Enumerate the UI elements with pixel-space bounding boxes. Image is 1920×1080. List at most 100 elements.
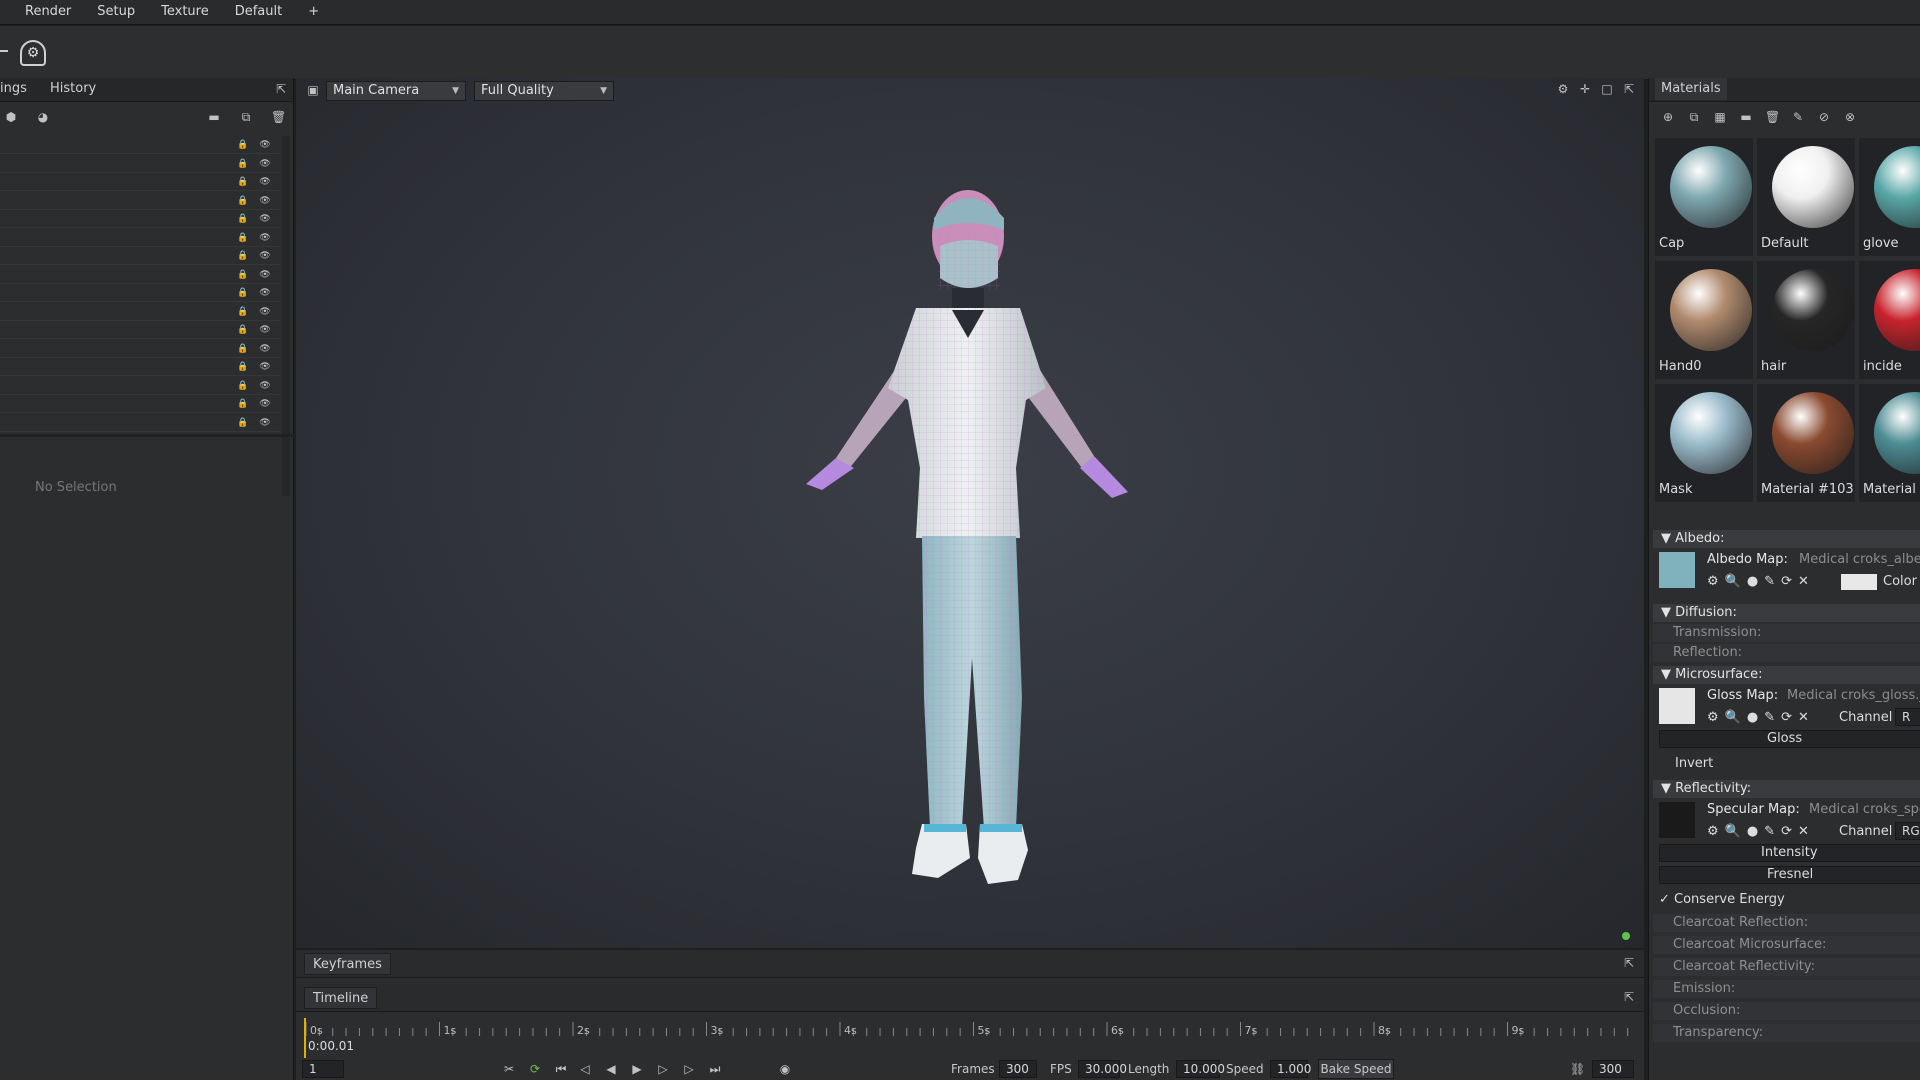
folder-icon[interactable]: ▬: [207, 110, 221, 124]
duplicate-material-icon[interactable]: ⧉: [1687, 110, 1701, 124]
extra-section-row[interactable]: Clearcoat Microsurface:: [1653, 936, 1920, 954]
material-thumb[interactable]: Cap: [1655, 138, 1753, 256]
lock-icon[interactable]: 🔒: [236, 397, 250, 411]
menu-add-tab[interactable]: +: [295, 0, 332, 25]
eye-icon[interactable]: 👁: [258, 194, 272, 208]
camera-icon[interactable]: ▣: [306, 83, 320, 97]
lock-icon[interactable]: 🔒: [236, 416, 250, 430]
extra-section-row[interactable]: Transparency:: [1653, 1024, 1920, 1042]
specular-map-thumb[interactable]: [1659, 802, 1695, 838]
eye-icon[interactable]: 👁: [258, 286, 272, 300]
eye-icon[interactable]: 👁: [258, 379, 272, 393]
diffusion-header[interactable]: ▼ Diffusion:: [1653, 604, 1920, 622]
speed-field[interactable]: 1.000: [1270, 1060, 1311, 1078]
lock-icon[interactable]: 🔒: [236, 249, 250, 263]
extra-section-row[interactable]: Emission:: [1653, 980, 1920, 998]
menu-setup[interactable]: Setup: [84, 0, 148, 25]
prev-key-icon[interactable]: ◁: [578, 1062, 592, 1076]
gloss-map-file[interactable]: Medical croks_gloss.jp: [1787, 688, 1920, 703]
lock-icon[interactable]: 🔒: [236, 212, 250, 226]
menu-default[interactable]: Default: [222, 0, 296, 25]
lock-icon[interactable]: 🔒: [236, 305, 250, 319]
link-icon[interactable]: ⛓: [1570, 1062, 1585, 1076]
lock-icon[interactable]: 🔒: [236, 342, 250, 356]
specular-map-tools[interactable]: ⚙🔍●✎⟳✕: [1707, 824, 1815, 839]
menu-texture[interactable]: Texture: [148, 0, 222, 25]
record-icon[interactable]: ◉: [778, 1062, 792, 1076]
albedo-map-thumb[interactable]: [1659, 552, 1695, 588]
eye-icon[interactable]: 👁: [258, 138, 272, 152]
scene-row[interactable]: 🔒 👁: [0, 303, 280, 321]
eye-icon[interactable]: 👁: [258, 249, 272, 263]
tab-timeline[interactable]: Timeline: [304, 987, 378, 1009]
specular-map-file[interactable]: Medical croks_spec: [1809, 802, 1920, 817]
lock-icon[interactable]: 🔒: [236, 286, 250, 300]
loop-icon[interactable]: ⟳: [528, 1062, 542, 1076]
gloss-map-thumb[interactable]: [1659, 688, 1695, 724]
eye-icon[interactable]: 👁: [258, 323, 272, 337]
skip-start-icon[interactable]: ⏮: [554, 1062, 568, 1076]
scene-row[interactable]: 🔒 👁: [0, 377, 280, 395]
delete-material-icon[interactable]: 🗑: [1765, 110, 1780, 124]
length-field[interactable]: 10.000: [1176, 1060, 1225, 1078]
settings-gear-icon[interactable]: ⚙: [1556, 82, 1570, 96]
tab-settings[interactable]: ings: [0, 78, 27, 100]
eye-icon[interactable]: 👁: [258, 268, 272, 282]
gloss-channel-select[interactable]: R: [1895, 708, 1920, 726]
fps-field[interactable]: 30.000: [1078, 1060, 1127, 1078]
scene-row[interactable]: 🔒 👁: [0, 229, 280, 247]
scene-row[interactable]: 🔒 👁: [0, 358, 280, 376]
quality-select[interactable]: Full Quality ▼: [474, 81, 614, 101]
next-key-icon[interactable]: ▷: [682, 1062, 696, 1076]
material-thumb[interactable]: Mask: [1655, 384, 1753, 502]
microsurface-header[interactable]: ▼ Microsurface:: [1653, 666, 1920, 684]
move-icon[interactable]: ✛: [1578, 82, 1592, 96]
turntable-icon[interactable]: ⚙: [20, 40, 46, 66]
lock-icon[interactable]: 🔒: [236, 379, 250, 393]
tool-partial-icon[interactable]: [0, 48, 8, 52]
character-model[interactable]: [716, 138, 1216, 948]
apply-icon[interactable]: ⊘: [1817, 110, 1831, 124]
lock-icon[interactable]: 🔒: [236, 268, 250, 282]
scene-row[interactable]: 🔒 👁: [0, 210, 280, 228]
lock-icon[interactable]: 🔒: [236, 138, 250, 152]
add-object-icon[interactable]: ⬢: [4, 110, 18, 124]
extra-section-row[interactable]: Occlusion:: [1653, 1002, 1920, 1020]
frame-field[interactable]: 1: [302, 1060, 344, 1078]
eye-icon[interactable]: 👁: [258, 360, 272, 374]
timeline-ruler[interactable]: 0s 1s 2s 3s 4s 5s 6s 7s 8s 9s: [296, 1018, 1644, 1058]
scene-row[interactable]: 🔒 👁: [0, 192, 280, 210]
scene-row[interactable]: 🔒 👁: [0, 395, 280, 413]
add-material-icon[interactable]: ⊕: [1661, 110, 1675, 124]
lock-icon[interactable]: 🔒: [236, 323, 250, 337]
scene-row[interactable]: 🔒 👁: [0, 136, 280, 154]
playhead[interactable]: [304, 1018, 306, 1058]
scene-row[interactable]: 🔒 👁: [0, 247, 280, 265]
invert-checkbox[interactable]: Invert: [1659, 756, 1713, 771]
eyedropper-icon[interactable]: ✎: [1791, 110, 1805, 124]
material-thumb[interactable]: hair: [1757, 261, 1855, 379]
palette-icon[interactable]: ◕: [36, 110, 50, 124]
tab-materials[interactable]: Materials: [1655, 78, 1727, 100]
popout-timeline-icon[interactable]: ⇱: [1622, 990, 1636, 1004]
play-icon[interactable]: ▶: [630, 1062, 644, 1076]
bake-speed-button[interactable]: Bake Speed: [1318, 1059, 1394, 1079]
eye-icon[interactable]: 👁: [258, 175, 272, 189]
scene-row[interactable]: 🔒 👁: [0, 414, 280, 432]
tab-history[interactable]: History: [50, 78, 96, 100]
specular-channel-select[interactable]: RGB: [1895, 822, 1920, 840]
popout-icon[interactable]: ⇱: [274, 82, 288, 96]
skip-end-icon[interactable]: ⏭: [708, 1062, 722, 1076]
material-thumb[interactable]: glove: [1859, 138, 1920, 256]
reflection-row[interactable]: Reflection:: [1653, 644, 1920, 662]
eye-icon[interactable]: 👁: [258, 342, 272, 356]
folder-material-icon[interactable]: ▬: [1739, 110, 1753, 124]
panel-divider[interactable]: [0, 434, 294, 437]
scissors-icon[interactable]: ✂: [502, 1062, 516, 1076]
lock-icon[interactable]: 🔒: [236, 360, 250, 374]
prev-frame-icon[interactable]: ◀: [604, 1062, 618, 1076]
albedo-map-file[interactable]: Medical croks_albed: [1799, 552, 1920, 567]
frame-icon[interactable]: □: [1600, 82, 1614, 96]
menu-render[interactable]: Render: [12, 0, 84, 25]
extra-section-row[interactable]: Clearcoat Reflection:: [1653, 914, 1920, 932]
